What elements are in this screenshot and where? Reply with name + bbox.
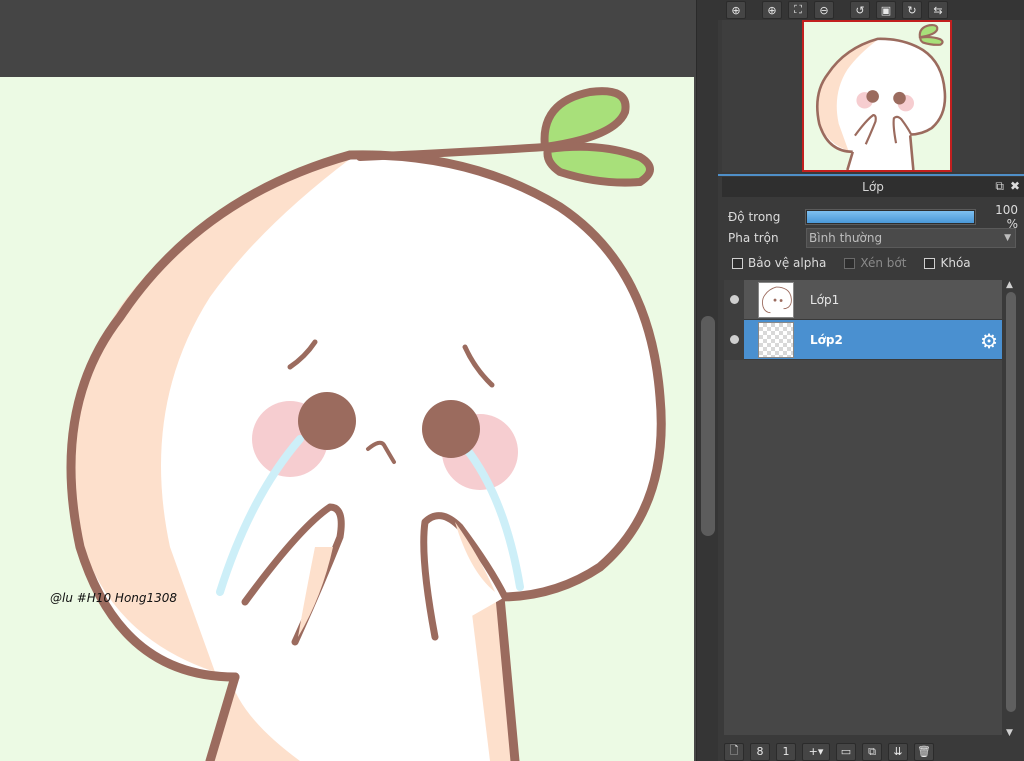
opacity-slider-fill (807, 211, 975, 223)
navigator-thumbnail[interactable] (802, 20, 952, 172)
duplicate-layer-button[interactable]: ⧉ (862, 742, 882, 761)
delete-layer-button[interactable]: 🗑 (914, 742, 934, 761)
blend-mode-label: Pha trộn (728, 231, 779, 245)
checkbox-box[interactable] (732, 257, 743, 269)
visibility-icon (729, 295, 739, 304)
new-folder-icon: ▭ (840, 745, 852, 758)
blend-mode-row: Pha trộn Bình thường ▼ (728, 228, 1018, 248)
right-panel: ⊕ ⊕ ⛶ ⊖ ↺ ▣ ↻ ⇆ Lớp ⧉ ✖ Độ trong 100 % P… (718, 0, 1024, 761)
clipping-checkbox[interactable]: Xén bớt (844, 256, 906, 270)
fit-window-button[interactable]: ▣ (876, 1, 896, 19)
zoom-in-icon: ⊕ (767, 3, 777, 17)
rotate-left-button[interactable]: ↺ (850, 1, 870, 19)
eye-left (298, 392, 356, 450)
lock-label: Khóa (940, 256, 971, 270)
close-icon[interactable]: ✖ (1010, 179, 1020, 194)
zoom-in-icon: ⊕ (731, 3, 741, 17)
lock-checkbox[interactable]: Khóa (924, 256, 971, 270)
add-layer-dropdown-button[interactable]: +▾ (802, 742, 830, 761)
layer-panel-title: Lớp (862, 180, 884, 194)
checkbox-box[interactable] (844, 257, 856, 269)
opacity-slider[interactable] (805, 209, 977, 225)
add-layer-dropdown-icon: +▾ (808, 745, 824, 758)
rotate-right-icon: ↻ (907, 3, 917, 17)
rotate-right-button[interactable]: ↻ (902, 1, 922, 19)
opacity-value: 100 % (995, 203, 1018, 231)
new-layer-button[interactable]: 🗋 (724, 742, 744, 761)
undock-icon[interactable]: ⧉ (995, 179, 1004, 194)
eye-right (422, 400, 480, 458)
fit-window-icon: ▣ (880, 3, 892, 17)
layer-thumbnail (758, 321, 794, 358)
blend-mode-select[interactable]: Bình thường ▼ (806, 228, 1016, 248)
layer-name: Lớp1 (810, 292, 840, 307)
zoom-out-button[interactable]: ⊖ (814, 1, 834, 19)
scroll-down-icon[interactable]: ▼ (1006, 728, 1013, 738)
clipping-label: Xén bớt (860, 256, 907, 270)
layer-item-selected[interactable]: Lớp2 ⚙ (724, 319, 1002, 360)
new-8bit-layer-icon: 8 (756, 745, 764, 758)
opacity-row: Độ trong 100 % (728, 203, 1018, 231)
fit-screen-button[interactable]: ⛶ (788, 1, 808, 19)
checkbox-box[interactable] (924, 257, 936, 269)
merge-layer-button[interactable]: ⇊ (888, 742, 908, 761)
visibility-toggle[interactable] (724, 279, 744, 320)
layer-toolbar: 🗋 8 1 +▾ ▭ ⧉ ⇊ 🗑 (724, 742, 1024, 761)
delete-layer-icon: 🗑 (917, 745, 931, 758)
layer-options-row: Bảo vệ alpha Xén bớt Khóa (732, 256, 1022, 270)
fit-screen-icon: ⛶ (794, 3, 802, 16)
new-8bit-layer-button[interactable]: 8 (750, 742, 770, 761)
layers-scrollbar-thumb[interactable] (1006, 292, 1016, 712)
flip-horizontal-icon: ⇆ (933, 3, 943, 17)
layer-item[interactable]: Lớp1 (724, 279, 1002, 320)
new-1bit-layer-icon: 1 (782, 745, 790, 758)
canvas-vertical-scrollbar[interactable] (696, 0, 718, 761)
layer-thumbnail (758, 281, 794, 318)
navigator-toolbar: ⊕ ⊕ ⛶ ⊖ ↺ ▣ ↻ ⇆ (718, 0, 1024, 20)
signature: @lu #H10 Hong1308 (50, 591, 177, 605)
protect-alpha-label: Bảo vệ alpha (748, 256, 827, 270)
zoom-out-icon: ⊖ (819, 3, 829, 17)
layer-name: Lớp2 (810, 332, 843, 347)
artwork-canvas[interactable]: @lu #H10 Hong1308 (0, 77, 694, 761)
opacity-label: Độ trong (728, 210, 781, 224)
new-1bit-layer-button[interactable]: 1 (776, 742, 796, 761)
navigator-preview-image (804, 22, 950, 170)
layer-panel-header: Lớp ⧉ ✖ (722, 177, 1024, 197)
duplicate-layer-icon: ⧉ (868, 744, 876, 758)
panel-divider[interactable] (718, 174, 1024, 176)
layers-vertical-scrollbar[interactable]: ▲ ▼ (1003, 280, 1019, 738)
zoom-in-button-2[interactable]: ⊕ (762, 1, 782, 19)
canvas-area[interactable]: @lu #H10 Hong1308 (0, 0, 696, 761)
layers-list[interactable]: Lớp1 Lớp2 ⚙ (724, 279, 1002, 735)
canvas-workspace-background (0, 0, 696, 77)
visibility-icon (729, 335, 739, 344)
merge-layer-icon: ⇊ (893, 745, 903, 758)
canvas-scrollbar-thumb[interactable] (701, 316, 715, 536)
protect-alpha-checkbox[interactable]: Bảo vệ alpha (732, 256, 826, 270)
rotate-left-icon: ↺ (855, 3, 865, 17)
chevron-down-icon: ▼ (1004, 233, 1011, 243)
new-folder-button[interactable]: ▭ (836, 742, 856, 761)
zoom-in-button[interactable]: ⊕ (726, 1, 746, 19)
blend-mode-value: Bình thường (809, 231, 883, 245)
scroll-up-icon[interactable]: ▲ (1006, 280, 1013, 290)
navigator-panel[interactable] (722, 20, 1020, 172)
flip-horizontal-button[interactable]: ⇆ (928, 1, 948, 19)
visibility-toggle[interactable] (724, 319, 744, 360)
paint-app: @lu #H10 Hong1308 ⊕ ⊕ ⛶ ⊖ ↺ ▣ ↻ ⇆ Lớp ⧉ … (0, 0, 1024, 761)
gear-icon[interactable]: ⚙ (980, 329, 998, 353)
new-layer-icon: 🗋 (729, 744, 739, 757)
